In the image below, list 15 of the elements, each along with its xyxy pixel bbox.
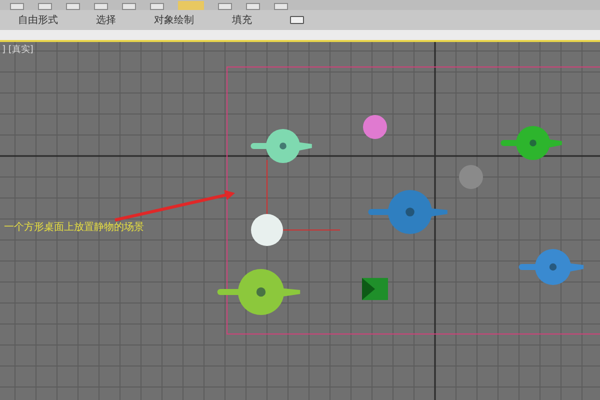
- annotation-text: 一个方形桌面上放置静物的场景: [4, 220, 144, 235]
- toolbar-icon[interactable]: [122, 3, 136, 10]
- ribbon-tab[interactable]: 对象绘制: [154, 12, 194, 28]
- toolbar-icon[interactable]: [94, 3, 108, 10]
- toolbar-icon[interactable]: [274, 3, 288, 10]
- toolbar-icon[interactable]: [218, 3, 232, 10]
- ribbon-tab[interactable]: 自由形式: [18, 12, 58, 28]
- toolbar-icon[interactable]: [10, 3, 24, 10]
- dropdown-icon[interactable]: [290, 16, 304, 24]
- toolbar-icon[interactable]: [150, 3, 164, 10]
- ribbon-tab[interactable]: 选择: [96, 12, 116, 28]
- toolbar-icon[interactable]: [38, 3, 52, 10]
- ribbon-tab[interactable]: 填充: [232, 12, 252, 28]
- toolbar-icon[interactable]: [66, 3, 80, 10]
- toolbar-icon[interactable]: [246, 3, 260, 10]
